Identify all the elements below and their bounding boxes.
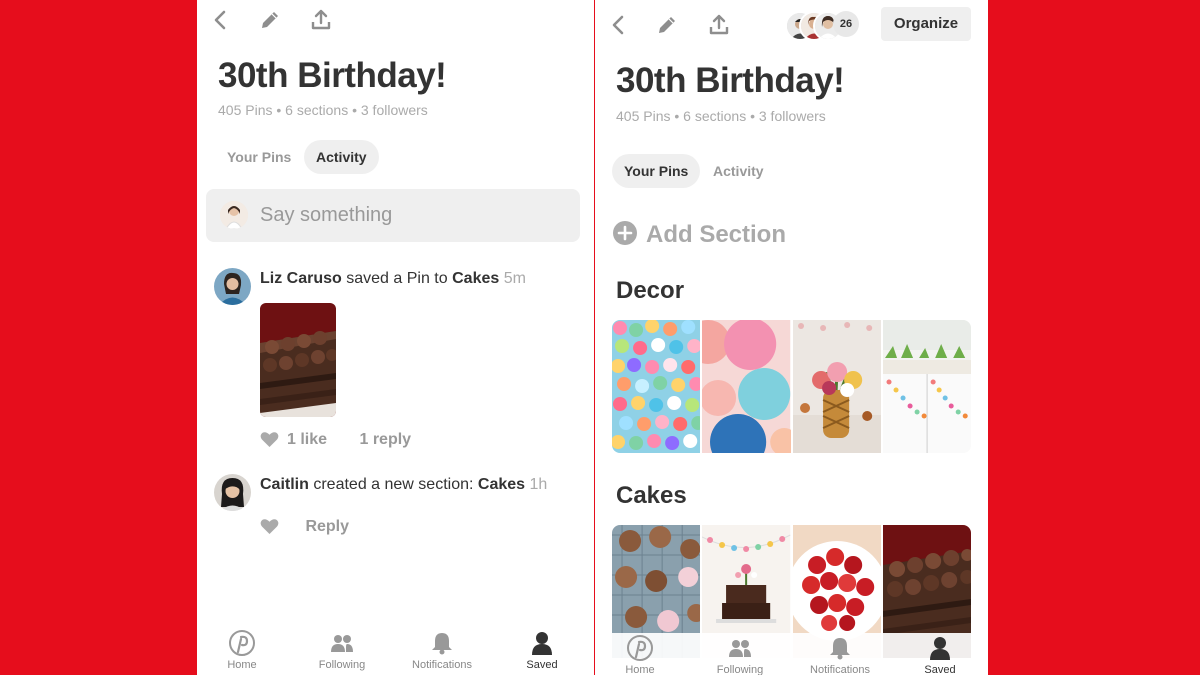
- activity-target[interactable]: Cakes: [478, 476, 525, 493]
- activity-action: created a new section:: [313, 476, 474, 493]
- collaborator-count[interactable]: 26: [833, 11, 859, 37]
- pin-thumbnail[interactable]: [260, 303, 336, 417]
- nav-following-label: Following: [716, 664, 764, 675]
- comment-input[interactable]: Say something: [206, 189, 580, 242]
- edit-icon[interactable]: [655, 13, 679, 37]
- nav-home[interactable]: Home: [197, 630, 287, 671]
- nav-following[interactable]: Following: [297, 630, 387, 671]
- board-meta: 405 Pins • 6 sections • 3 followers: [616, 108, 826, 124]
- people-icon: [729, 640, 751, 657]
- bottom-nav: Home Following Notifications Saved: [197, 628, 594, 675]
- activity-user[interactable]: Liz Caruso: [260, 270, 342, 287]
- plus-circle-icon: [613, 220, 637, 245]
- reply-count[interactable]: 1 reply: [359, 431, 411, 448]
- tab-activity[interactable]: Activity: [701, 154, 776, 188]
- heart-icon: [260, 519, 279, 535]
- nav-home-label: Home: [227, 659, 257, 671]
- nav-home-label: Home: [625, 664, 655, 675]
- nav-home[interactable]: Home: [595, 635, 685, 675]
- bell-icon: [432, 633, 452, 655]
- nav-saved-label: Saved: [526, 659, 558, 671]
- tab-your-pins[interactable]: Your Pins: [215, 140, 303, 174]
- add-section-label: Add Section: [646, 221, 787, 248]
- avatar[interactable]: [214, 474, 251, 511]
- pinterest-logo-icon: [229, 630, 255, 656]
- nav-notifications[interactable]: Notifications: [795, 635, 885, 675]
- pin-image[interactable]: [792, 320, 881, 453]
- pin-image[interactable]: [882, 320, 971, 453]
- edit-icon[interactable]: [258, 8, 282, 32]
- activity-user[interactable]: Caitlin: [260, 476, 309, 493]
- avatar[interactable]: [214, 268, 251, 305]
- bottom-nav: Home Following Notifications Saved: [595, 633, 988, 675]
- person-icon: [930, 637, 950, 660]
- nav-notifications[interactable]: Notifications: [397, 630, 487, 671]
- comment-placeholder: Say something: [260, 204, 393, 226]
- top-bar: [197, 0, 594, 40]
- activity-actions: 1 like 1 reply: [260, 431, 425, 449]
- list-item: Caitlin created a new section: Cakes 1h …: [214, 474, 584, 554]
- nav-following[interactable]: Following: [695, 635, 785, 675]
- nav-following-label: Following: [318, 659, 366, 671]
- board-title: 30th Birthday!: [616, 61, 845, 100]
- share-icon[interactable]: [707, 13, 731, 37]
- like-button[interactable]: [260, 518, 287, 535]
- nav-saved[interactable]: Saved: [895, 635, 985, 675]
- board-meta: 405 Pins • 6 sections • 3 followers: [218, 102, 428, 118]
- reply-button[interactable]: Reply: [305, 518, 349, 535]
- activity-actions: Reply: [260, 518, 363, 536]
- activity-time: 5m: [503, 270, 526, 287]
- activity-target[interactable]: Cakes: [452, 270, 499, 287]
- tab-your-pins[interactable]: Your Pins: [612, 154, 701, 188]
- bell-icon: [830, 638, 850, 660]
- pin-image[interactable]: [702, 320, 791, 453]
- like-count: 1 like: [287, 431, 328, 448]
- pin-image[interactable]: [612, 320, 701, 453]
- tab-activity[interactable]: Activity: [304, 140, 379, 174]
- board-title: 30th Birthday!: [218, 56, 447, 95]
- section-title-decor[interactable]: Decor: [616, 277, 684, 305]
- heart-icon: [260, 432, 279, 448]
- people-icon: [331, 635, 353, 652]
- add-section-button[interactable]: Add Section: [612, 220, 787, 249]
- nav-saved-label: Saved: [924, 664, 956, 675]
- list-item: Liz Caruso saved a Pin to Cakes 5m 1 lik…: [214, 268, 584, 458]
- organize-button[interactable]: Organize: [881, 7, 971, 41]
- back-icon[interactable]: [607, 13, 631, 37]
- activity-time: 1h: [529, 476, 548, 493]
- nav-notifications-label: Notifications: [810, 664, 870, 675]
- section-grid-decor[interactable]: [612, 320, 971, 453]
- activity-action: saved a Pin to: [346, 270, 448, 287]
- left-screen: 30th Birthday! 405 Pins • 6 sections • 3…: [197, 0, 594, 675]
- nav-saved[interactable]: Saved: [497, 630, 587, 671]
- avatar: [220, 201, 248, 229]
- nav-notifications-label: Notifications: [412, 659, 472, 671]
- back-icon[interactable]: [209, 8, 233, 32]
- pinterest-logo-icon: [627, 635, 653, 661]
- right-screen: 26 Organize 30th Birthday! 405 Pins • 6 …: [595, 0, 988, 675]
- top-bar: 26 Organize: [595, 0, 988, 41]
- share-icon[interactable]: [309, 8, 333, 32]
- activity-text: Liz Caruso saved a Pin to Cakes 5m: [260, 270, 526, 288]
- activity-text: Caitlin created a new section: Cakes 1h: [260, 476, 547, 494]
- person-icon: [532, 632, 552, 655]
- like-button[interactable]: 1 like: [260, 431, 341, 448]
- section-title-cakes[interactable]: Cakes: [616, 482, 687, 510]
